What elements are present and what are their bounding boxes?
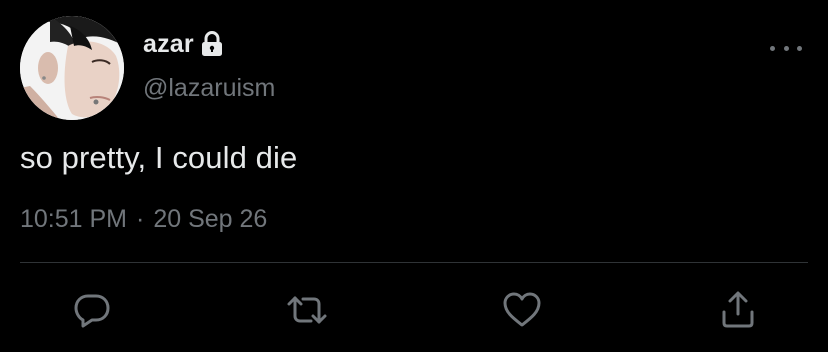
divider [20,262,808,263]
action-bar [0,288,828,332]
retweet-button[interactable] [285,288,329,332]
tweet-time[interactable]: 10:51 PM [20,205,127,234]
like-button[interactable] [500,288,544,332]
more-dot [797,45,802,51]
reply-icon [74,294,110,328]
share-button[interactable] [716,288,760,332]
tweet-detail: azar @lazaruism so pretty, I could die 1… [0,0,828,352]
tweet-text: so pretty, I could die [20,140,298,175]
more-dot [783,45,789,51]
meta-separator: · [136,205,145,233]
avatar[interactable] [20,16,124,120]
lock-icon [200,31,224,57]
avatar-image [20,16,124,120]
share-icon [722,291,754,328]
tweet-date[interactable]: 20 Sep 26 [153,205,267,234]
more-dot [770,45,775,51]
display-name-row: azar [143,28,224,60]
reply-button[interactable] [70,288,114,332]
display-name[interactable]: azar [143,30,194,59]
handle[interactable]: @lazaruism [143,74,275,103]
more-horizontal-icon[interactable] [770,40,802,56]
retweet-icon [287,296,327,324]
heart-icon [503,292,541,327]
tweet-meta: 10:51 PM · 20 Sep 26 [20,205,267,234]
